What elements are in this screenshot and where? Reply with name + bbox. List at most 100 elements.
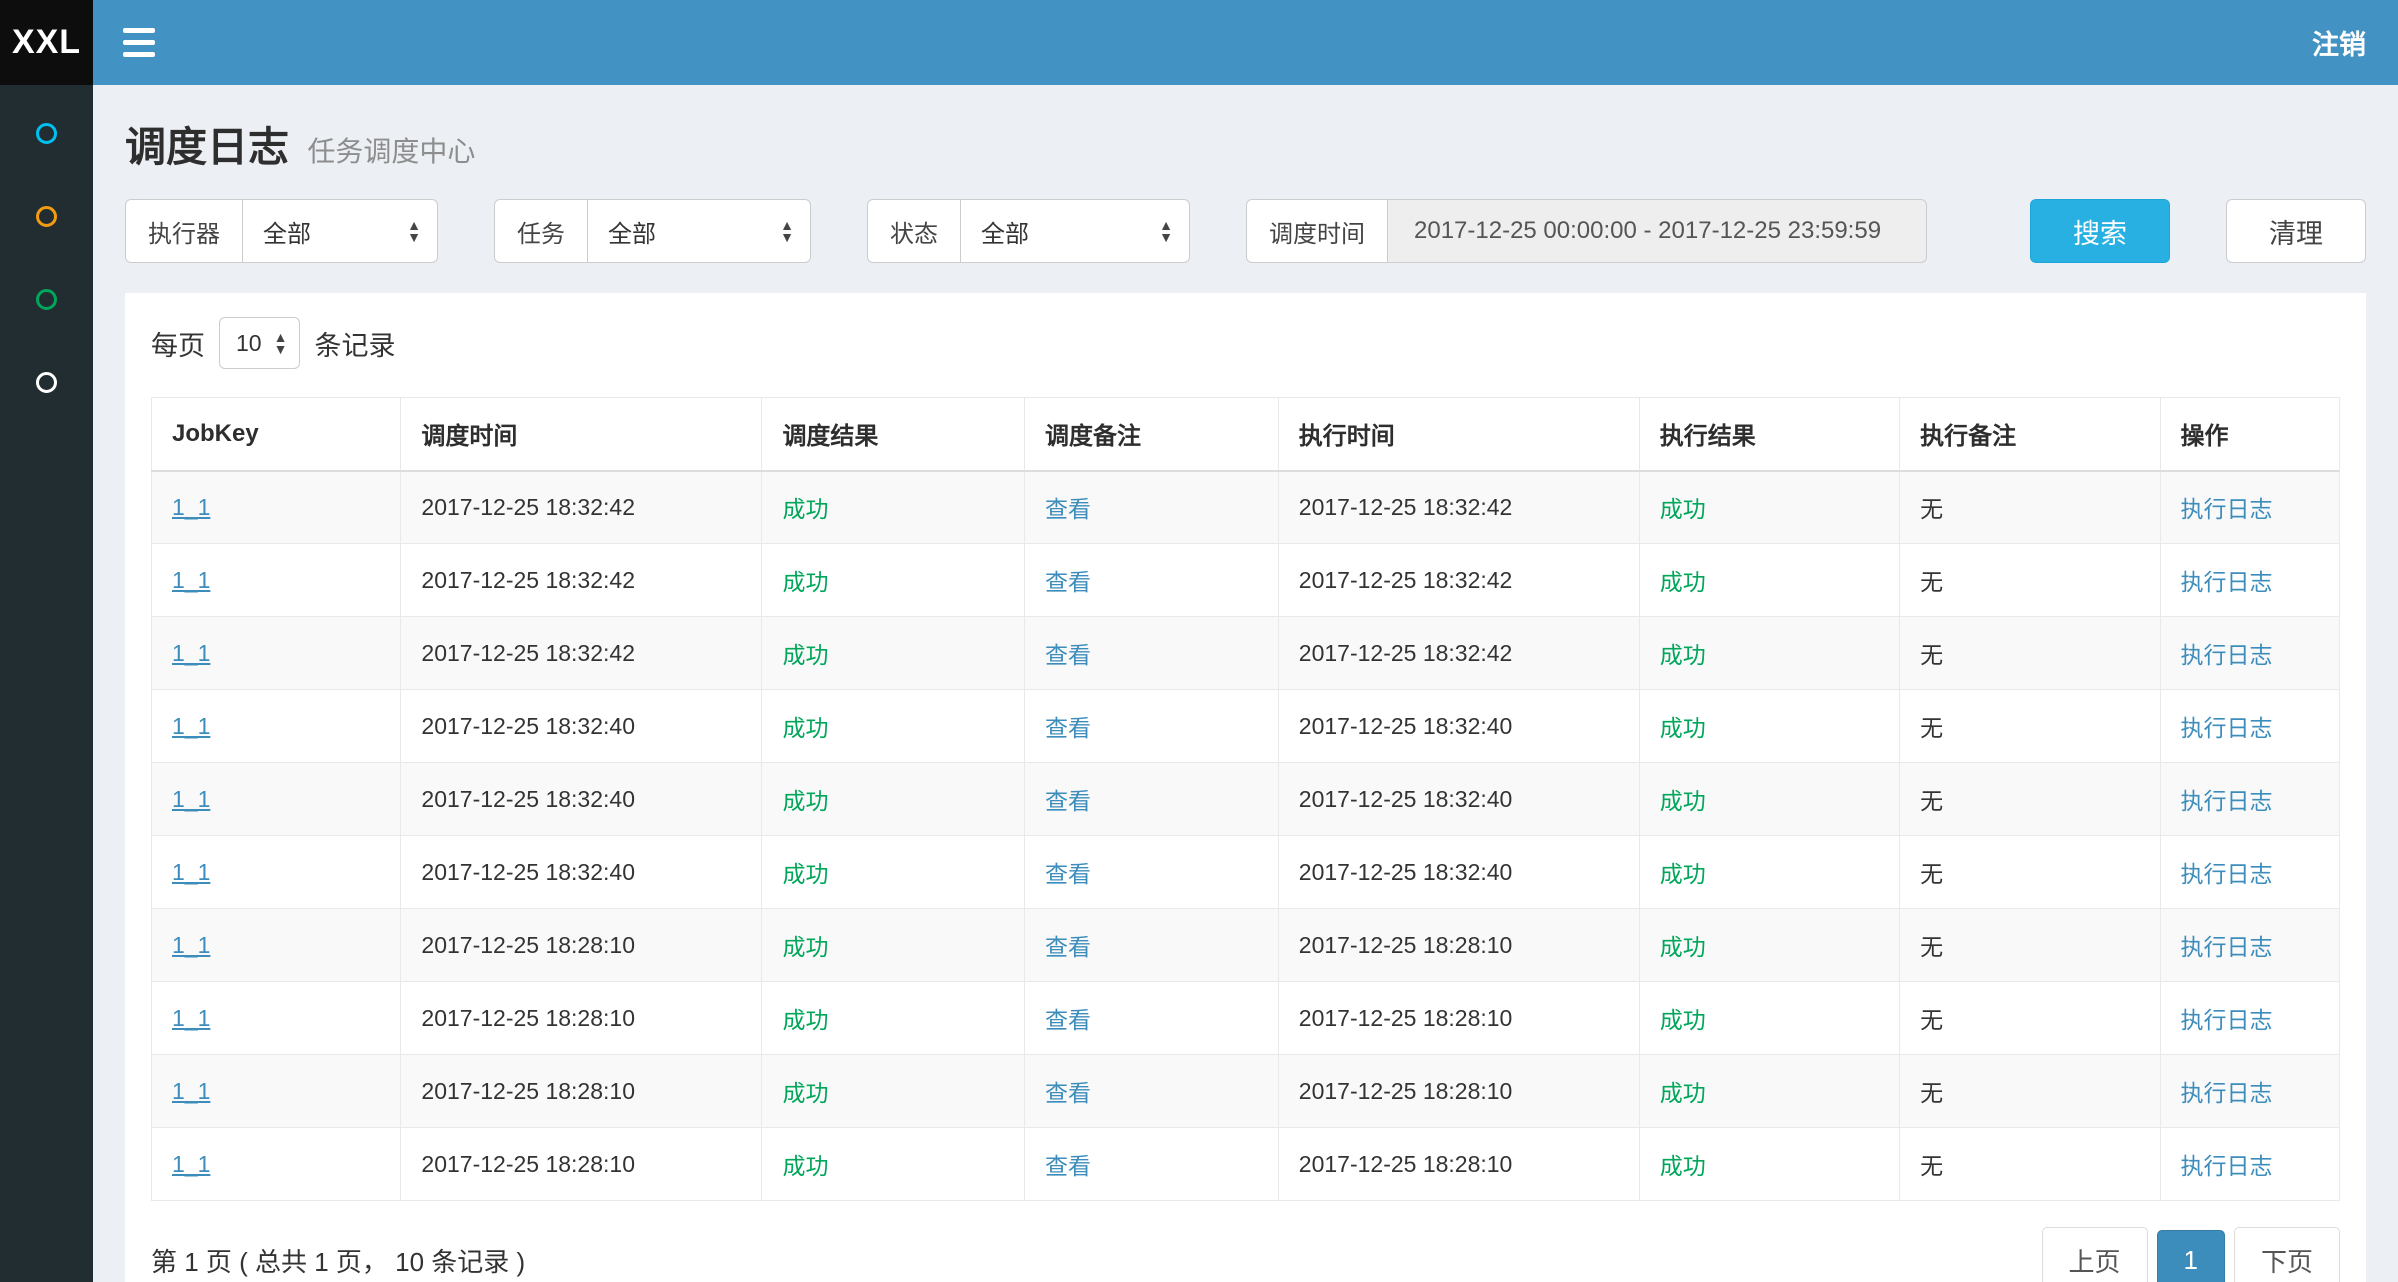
handle-msg-cell: 无 [1900, 909, 2160, 982]
sidebar-item-1[interactable] [36, 123, 57, 144]
execution-log-link[interactable]: 执行日志 [2181, 496, 2273, 522]
jobkey-link[interactable]: 1_1 [172, 932, 210, 958]
execution-log-link[interactable]: 执行日志 [2181, 715, 2273, 741]
app-logo[interactable]: XXL [0, 0, 93, 85]
trigger-result-text: 成功 [782, 934, 828, 960]
execution-log-link[interactable]: 执行日志 [2181, 1153, 2273, 1179]
column-header-handle-result: 执行结果 [1639, 398, 1899, 471]
jobkey-link[interactable]: 1_1 [172, 713, 210, 739]
jobkey-link[interactable]: 1_1 [172, 859, 210, 885]
handle-msg-cell: 无 [1900, 1128, 2160, 1201]
job-select-value: 全部 [608, 214, 656, 249]
prev-page-button[interactable]: 上页 [2042, 1227, 2148, 1282]
column-header-trigger-time: 调度时间 [401, 398, 762, 471]
jobkey-link[interactable]: 1_1 [172, 567, 210, 593]
column-header-jobkey: JobKey [152, 398, 401, 471]
table-row: 1_1 2017-12-25 18:32:42 成功 查看 2017-12-25… [152, 617, 2340, 690]
handle-result-text: 成功 [1660, 934, 1706, 960]
circle-icon [36, 289, 57, 310]
hamburger-icon [123, 52, 155, 57]
trigger-msg-link[interactable]: 查看 [1045, 496, 1091, 522]
column-header-trigger-msg: 调度备注 [1024, 398, 1278, 471]
trigger-time-cell: 2017-12-25 18:32:42 [401, 544, 762, 617]
jobkey-link[interactable]: 1_1 [172, 494, 210, 520]
logout-link[interactable]: 注销 [2312, 23, 2366, 62]
table-row: 1_1 2017-12-25 18:28:10 成功 查看 2017-12-25… [152, 1128, 2340, 1201]
execution-log-link[interactable]: 执行日志 [2181, 1080, 2273, 1106]
log-table-card: 每页 10 ▲▼ 条记录 JobKey 调度时间 调度结果 调度备注 [125, 293, 2366, 1282]
sidebar-item-2[interactable] [36, 206, 57, 227]
table-row: 1_1 2017-12-25 18:32:40 成功 查看 2017-12-25… [152, 836, 2340, 909]
handle-time-cell: 2017-12-25 18:28:10 [1278, 982, 1639, 1055]
execution-log-link[interactable]: 执行日志 [2181, 642, 2273, 668]
trigger-time-filter-label: 调度时间 [1246, 199, 1387, 263]
handle-time-cell: 2017-12-25 18:32:40 [1278, 690, 1639, 763]
trigger-time-cell: 2017-12-25 18:28:10 [401, 1055, 762, 1128]
clear-button[interactable]: 清理 [2226, 199, 2366, 263]
status-select[interactable]: 全部 ▲▼ [960, 199, 1190, 263]
page-size-select[interactable]: 10 ▲▼ [219, 317, 300, 369]
handle-time-cell: 2017-12-25 18:28:10 [1278, 1055, 1639, 1128]
handle-msg-cell: 无 [1900, 690, 2160, 763]
trigger-result-text: 成功 [782, 1080, 828, 1106]
job-filter-group: 任务 全部 ▲▼ [494, 199, 811, 263]
execution-log-link[interactable]: 执行日志 [2181, 569, 2273, 595]
status-select-value: 全部 [981, 214, 1029, 249]
trigger-result-text: 成功 [782, 496, 828, 522]
table-row: 1_1 2017-12-25 18:32:40 成功 查看 2017-12-25… [152, 690, 2340, 763]
pagination-summary: 第 1 页 ( 总共 1 页， 10 条记录 ) [151, 1242, 525, 1279]
table-row: 1_1 2017-12-25 18:28:10 成功 查看 2017-12-25… [152, 982, 2340, 1055]
trigger-time-cell: 2017-12-25 18:28:10 [401, 982, 762, 1055]
executor-select[interactable]: 全部 ▲▼ [242, 199, 438, 263]
trigger-msg-link[interactable]: 查看 [1045, 788, 1091, 814]
trigger-msg-link[interactable]: 查看 [1045, 1080, 1091, 1106]
trigger-time-cell: 2017-12-25 18:28:10 [401, 909, 762, 982]
table-row: 1_1 2017-12-25 18:32:40 成功 查看 2017-12-25… [152, 763, 2340, 836]
sidebar-item-4[interactable] [36, 372, 57, 393]
log-table-body: 1_1 2017-12-25 18:32:42 成功 查看 2017-12-25… [152, 471, 2340, 1201]
handle-result-text: 成功 [1660, 1080, 1706, 1106]
jobkey-link[interactable]: 1_1 [172, 1151, 210, 1177]
handle-msg-cell: 无 [1900, 544, 2160, 617]
trigger-msg-link[interactable]: 查看 [1045, 1007, 1091, 1033]
trigger-time-filter-group: 调度时间 2017-12-25 00:00:00 - 2017-12-25 23… [1246, 199, 1927, 263]
search-button[interactable]: 搜索 [2030, 199, 2170, 263]
current-page-button[interactable]: 1 [2157, 1230, 2225, 1282]
trigger-msg-link[interactable]: 查看 [1045, 861, 1091, 887]
sidebar-item-3[interactable] [36, 289, 57, 310]
jobkey-link[interactable]: 1_1 [172, 640, 210, 666]
circle-icon [36, 123, 57, 144]
trigger-msg-link[interactable]: 查看 [1045, 1153, 1091, 1179]
filter-bar: 执行器 全部 ▲▼ 任务 全部 ▲▼ 状态 全部 ▲▼ [125, 199, 2366, 263]
trigger-msg-link[interactable]: 查看 [1045, 569, 1091, 595]
execution-log-link[interactable]: 执行日志 [2181, 1007, 2273, 1033]
handle-msg-cell: 无 [1900, 982, 2160, 1055]
trigger-msg-link[interactable]: 查看 [1045, 934, 1091, 960]
job-select[interactable]: 全部 ▲▼ [587, 199, 811, 263]
column-header-action: 操作 [2160, 398, 2339, 471]
trigger-msg-link[interactable]: 查看 [1045, 642, 1091, 668]
handle-time-cell: 2017-12-25 18:32:40 [1278, 836, 1639, 909]
jobkey-link[interactable]: 1_1 [172, 786, 210, 812]
trigger-msg-link[interactable]: 查看 [1045, 715, 1091, 741]
trigger-result-text: 成功 [782, 642, 828, 668]
select-arrows-icon: ▲▼ [274, 331, 288, 355]
trigger-time-range-input[interactable]: 2017-12-25 00:00:00 - 2017-12-25 23:59:5… [1387, 199, 1927, 263]
table-footer: 第 1 页 ( 总共 1 页， 10 条记录 ) 上页 1 下页 [151, 1227, 2340, 1282]
status-filter-group: 状态 全部 ▲▼ [867, 199, 1190, 263]
handle-msg-cell: 无 [1900, 1055, 2160, 1128]
handle-time-cell: 2017-12-25 18:32:42 [1278, 544, 1639, 617]
jobkey-link[interactable]: 1_1 [172, 1078, 210, 1104]
handle-time-cell: 2017-12-25 18:28:10 [1278, 1128, 1639, 1201]
hamburger-icon [123, 40, 155, 45]
column-header-handle-msg: 执行备注 [1900, 398, 2160, 471]
menu-toggle-button[interactable] [123, 28, 155, 57]
select-arrows-icon: ▲▼ [1159, 219, 1173, 243]
execution-log-link[interactable]: 执行日志 [2181, 861, 2273, 887]
next-page-button[interactable]: 下页 [2234, 1227, 2340, 1282]
handle-msg-cell: 无 [1900, 471, 2160, 544]
execution-log-link[interactable]: 执行日志 [2181, 934, 2273, 960]
execution-log-link[interactable]: 执行日志 [2181, 788, 2273, 814]
jobkey-link[interactable]: 1_1 [172, 1005, 210, 1031]
page-size-label-after: 条记录 [314, 324, 395, 363]
